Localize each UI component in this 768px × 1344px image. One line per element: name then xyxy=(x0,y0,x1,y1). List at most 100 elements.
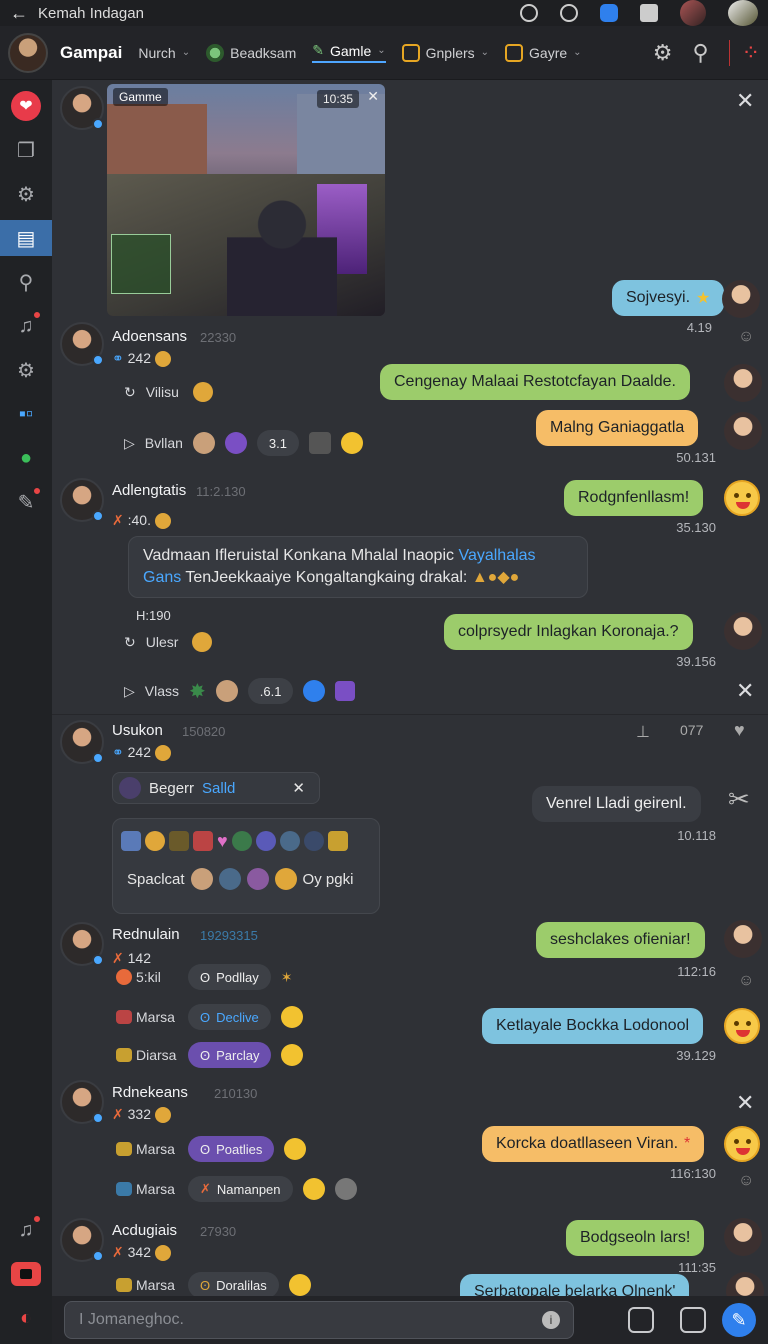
avatar[interactable] xyxy=(60,86,104,130)
timestamp: 19293315 xyxy=(200,928,258,943)
apps-icon[interactable]: ⁘ xyxy=(728,39,760,66)
action-pill[interactable]: ʘ Poatlies xyxy=(188,1136,275,1162)
avatar[interactable] xyxy=(60,322,104,366)
username[interactable]: Rednulain xyxy=(112,926,180,943)
reply-row[interactable]: ↻ Ulesr xyxy=(124,632,213,652)
avatar[interactable] xyxy=(724,920,762,958)
search-icon[interactable]: ⚲ xyxy=(692,40,708,66)
nav-gayre[interactable]: Gayre ⌄ xyxy=(505,43,582,62)
close-icon[interactable]: ✕ xyxy=(736,678,754,704)
avatar[interactable] xyxy=(722,280,760,318)
avatar[interactable] xyxy=(724,612,762,650)
action-row: Marsa ʘ Poatlies xyxy=(116,1136,307,1162)
count-pill[interactable]: .6.1 xyxy=(247,678,294,704)
avatar[interactable] xyxy=(60,720,104,764)
reply-bubble[interactable]: Serbatopale belarka Olnenk' xyxy=(460,1274,690,1296)
reply-bubble[interactable]: Bodgseoln lars! xyxy=(566,1220,705,1256)
reply-bubble[interactable]: Rodgnfenllasm! xyxy=(564,480,704,516)
sidebar-power[interactable]: ◐ xyxy=(8,1300,44,1336)
sidebar-settings[interactable]: ⚙ xyxy=(8,176,44,212)
sticker-card[interactable]: ♥ Spaclcat Oy pgki xyxy=(112,818,380,914)
gear-icon[interactable]: ⚙ xyxy=(653,40,673,66)
username[interactable]: Usukon xyxy=(112,722,163,739)
profile-avatar[interactable] xyxy=(728,0,758,26)
avatar[interactable] xyxy=(724,1218,762,1256)
nav-nurch[interactable]: Nurch ⌄ xyxy=(138,45,190,61)
gift-icon[interactable] xyxy=(680,1307,706,1333)
avatar[interactable] xyxy=(60,1080,104,1124)
sidebar-audio[interactable]: ♫ xyxy=(8,1212,44,1248)
app-icon[interactable] xyxy=(600,4,618,22)
back-arrow-icon[interactable]: ← xyxy=(10,3,28,24)
reply-bubble[interactable]: colprsyedr Inlagkan Koronaja.? xyxy=(444,614,693,650)
reaction-icon[interactable]: ☺ xyxy=(738,328,754,346)
avatar[interactable] xyxy=(726,1272,764,1296)
sidebar-chat[interactable]: ● xyxy=(8,440,44,476)
avatar[interactable] xyxy=(60,1218,104,1262)
reaction-icon[interactable]: ☺ xyxy=(738,972,754,990)
timestamp: 116:130 xyxy=(669,1166,716,1181)
card-link[interactable]: Gans xyxy=(143,569,181,586)
reaction-icon[interactable]: ☺ xyxy=(738,1172,754,1190)
invite-link[interactable]: Salld xyxy=(202,780,235,797)
settings-icon[interactable] xyxy=(560,4,578,22)
close-icon[interactable]: ✕ xyxy=(292,779,305,797)
info-icon[interactable] xyxy=(520,4,538,22)
username[interactable]: Adlengtatis xyxy=(112,482,186,499)
invite-chip[interactable]: Begerr Salld ✕ xyxy=(112,772,320,804)
action-pill[interactable]: ʘ Parclay xyxy=(188,1042,272,1068)
card-link[interactable]: Vayalhalas xyxy=(458,547,535,564)
play-row[interactable]: ▷ Vlass ✸ .6.1 xyxy=(124,678,356,704)
username[interactable]: Acdugiais xyxy=(112,1222,177,1239)
thumb-icon[interactable]: ⊥ xyxy=(636,722,650,742)
video-embed[interactable]: Gamme 10:35 ✕ xyxy=(107,84,385,316)
message-input[interactable] xyxy=(64,1301,574,1339)
close-icon[interactable]: ✕ xyxy=(736,1090,754,1116)
bookmark-icon[interactable] xyxy=(640,4,658,22)
sidebar-favorites[interactable]: ❤ xyxy=(8,88,44,124)
avatar[interactable] xyxy=(724,364,762,402)
reply-bubble[interactable]: Ketlayale Bockka Lodonool xyxy=(482,1008,704,1044)
count-pill[interactable]: 3.1 xyxy=(256,430,299,456)
user-avatar[interactable] xyxy=(8,32,48,73)
reply-bubble[interactable]: seshclakes ofieniar! xyxy=(536,922,705,958)
sidebar-devices[interactable]: ▪▫ xyxy=(8,396,44,432)
info-icon[interactable]: i xyxy=(542,1311,560,1329)
reply-bubble[interactable]: Sojvesyi. ★ xyxy=(612,280,725,316)
embed-card[interactable]: Vadmaan Ifleruistal Konkana Mhalal Inaop… xyxy=(128,536,588,598)
sidebar-search[interactable]: ⚲ xyxy=(8,264,44,300)
avatar[interactable] xyxy=(60,922,104,966)
sidebar-folder[interactable]: ▤ xyxy=(0,220,52,256)
send-button[interactable]: ✎ xyxy=(722,1303,756,1337)
action-row: Marsa ʘ Doralilas xyxy=(116,1272,311,1296)
row-label: Marsa xyxy=(136,1277,175,1293)
play-icon: ▷ xyxy=(124,682,135,699)
close-icon[interactable]: ✕ xyxy=(367,88,379,105)
action-pill[interactable]: ʘ Podllay xyxy=(188,964,271,990)
reply-bubble[interactable]: Venrel Lladi geirenl. xyxy=(532,786,701,822)
nav-gamle[interactable]: ✎ Gamle ⌄ xyxy=(312,42,386,63)
avatar[interactable] xyxy=(60,478,104,522)
sidebar-music[interactable]: ♫ xyxy=(8,308,44,344)
reply-bubble[interactable]: Malng Ganiaggatla xyxy=(536,410,699,446)
sidebar-tools[interactable]: ✎ xyxy=(8,484,44,520)
action-pill[interactable]: ʘ Doralilas xyxy=(188,1272,279,1296)
avatar[interactable] xyxy=(724,412,762,450)
username[interactable]: Rdnekeans xyxy=(112,1084,188,1101)
sidebar-config[interactable]: ⚙ xyxy=(8,352,44,388)
username[interactable]: Adoensans xyxy=(112,328,187,345)
play-row[interactable]: ▷ Bvllan 3.1 xyxy=(124,430,363,456)
status-avatar[interactable] xyxy=(680,0,706,26)
action-pill[interactable]: ✗ Namanpen xyxy=(188,1176,293,1202)
reply-bubble[interactable]: Cengenay Malaai Restotcfayan Daalde. xyxy=(380,364,690,400)
nav-gnplers[interactable]: Gnplers ⌄ xyxy=(401,43,489,62)
record-button[interactable] xyxy=(11,1262,41,1286)
reply-bubble[interactable]: Korcka doatllaseen Viran. * xyxy=(482,1126,705,1162)
attachment-icon[interactable] xyxy=(628,1307,654,1333)
reply-row[interactable]: ↻ Vilisu xyxy=(124,382,213,402)
heart-icon[interactable]: ♥ xyxy=(734,720,745,741)
sidebar-copy[interactable]: ❐ xyxy=(8,132,44,168)
action-pill[interactable]: ʘ Declive xyxy=(188,1004,271,1030)
close-icon[interactable]: ✕ xyxy=(736,88,754,114)
nav-beadksam[interactable]: Beadksam xyxy=(206,43,296,62)
